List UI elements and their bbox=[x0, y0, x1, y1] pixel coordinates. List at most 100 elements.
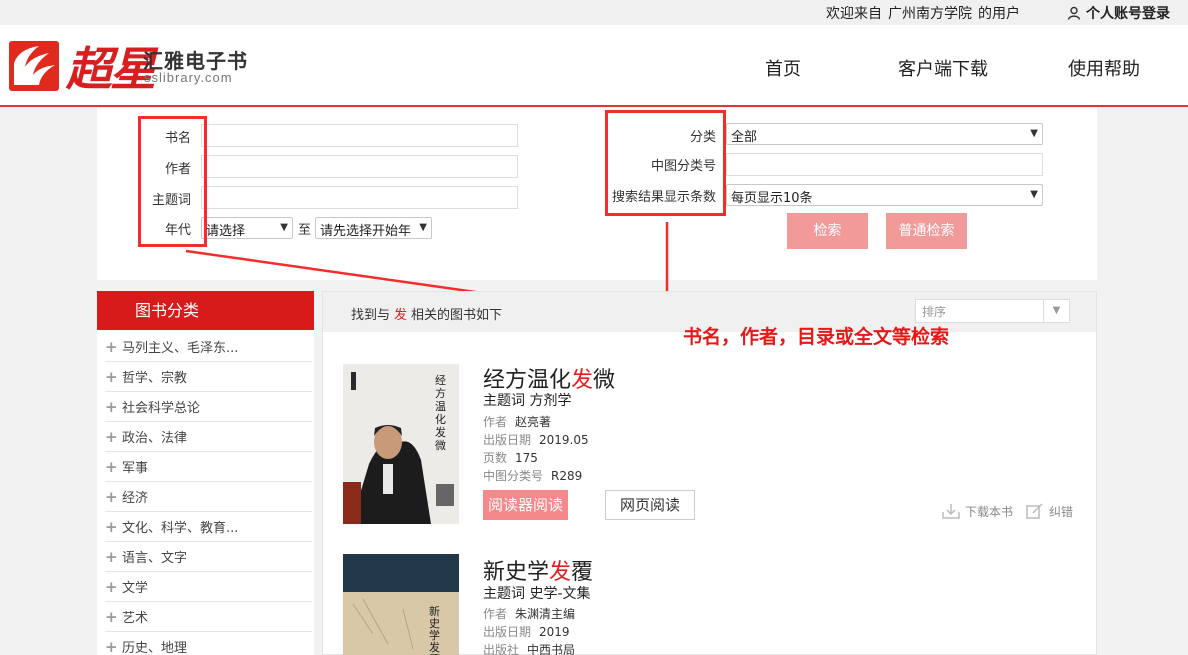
logo-subtitle: sslibrary.com bbox=[144, 70, 233, 85]
sidebar-item-philosophy[interactable]: + 哲学、宗教 bbox=[105, 362, 312, 392]
sidebar-item-art[interactable]: + 艺术 bbox=[105, 602, 312, 632]
sidebar-item-label: 社会科学总论 bbox=[122, 401, 201, 416]
results-summary: 找到与发相关的图书如下 bbox=[351, 304, 502, 323]
personal-login-link[interactable]: 个人账号登录 bbox=[1067, 3, 1170, 23]
welcome-text: 欢迎来自 广州南方学院 的用户 bbox=[826, 3, 1026, 23]
sidebar-item-label: 马列主义、毛泽东... bbox=[122, 341, 239, 356]
year-to-select[interactable]: 请先选择开始年 ▼ bbox=[315, 217, 432, 239]
site-header: 超星 汇雅电子书 sslibrary.com 首页 客户端下载 使用帮助 bbox=[0, 25, 1188, 107]
book-title-keyword: 发 bbox=[549, 560, 572, 585]
chevron-down-icon: ▼ bbox=[280, 222, 288, 233]
author-input[interactable] bbox=[201, 155, 518, 178]
plus-icon: + bbox=[105, 368, 118, 386]
sidebar-item-literature[interactable]: + 文学 bbox=[105, 572, 312, 602]
author-value: 赵亮著 bbox=[515, 415, 552, 429]
plus-icon: + bbox=[105, 548, 118, 566]
sort-select[interactable]: 排序 ▼ bbox=[915, 299, 1070, 323]
plus-icon: + bbox=[105, 518, 118, 536]
subject-value: 史学-文集 bbox=[529, 586, 591, 602]
plus-icon: + bbox=[105, 608, 118, 626]
search-keyword: 发 bbox=[394, 308, 408, 323]
date-label: 出版日期 bbox=[483, 625, 532, 639]
chevron-down-icon: ▼ bbox=[419, 222, 427, 233]
sidebar-item-label: 艺术 bbox=[122, 611, 149, 626]
book-publisher: 出版社 中西书局 bbox=[483, 641, 575, 655]
sidebar-item-language[interactable]: + 语言、文字 bbox=[105, 542, 312, 572]
top-bar: 欢迎来自 广州南方学院 的用户 个人账号登录 bbox=[0, 0, 1188, 25]
plus-icon: + bbox=[105, 638, 118, 655]
book-date: 出版日期 2019.05 bbox=[483, 431, 589, 448]
sidebar-item-politics-law[interactable]: + 政治、法律 bbox=[105, 422, 312, 452]
author-value: 朱渊清主编 bbox=[515, 607, 576, 621]
year-to-value: 请先选择开始年 bbox=[320, 224, 412, 239]
plus-icon: + bbox=[105, 458, 118, 476]
found-suffix: 相关的图书如下 bbox=[411, 308, 503, 323]
nav-home[interactable]: 首页 bbox=[765, 55, 801, 81]
clc-number-input[interactable] bbox=[726, 153, 1043, 176]
sidebar-title: 图书分类 bbox=[97, 291, 314, 330]
author-label: 作者 bbox=[483, 415, 508, 429]
nav-help[interactable]: 使用帮助 bbox=[1068, 55, 1140, 81]
year-to-label: 至 bbox=[298, 223, 312, 238]
date-value: 2019.05 bbox=[539, 433, 589, 447]
publisher-label: 出版社 bbox=[483, 643, 520, 655]
sidebar-item-label: 政治、法律 bbox=[122, 431, 188, 446]
book-title[interactable]: 新史学发覆 bbox=[483, 554, 593, 586]
category-value: 全部 bbox=[731, 130, 758, 145]
user-icon bbox=[1067, 6, 1081, 20]
logo-icon[interactable] bbox=[9, 41, 59, 91]
book-title-part: 微 bbox=[593, 368, 616, 393]
book-title-part: 覆 bbox=[571, 560, 594, 585]
correct-label: 纠错 bbox=[1049, 504, 1074, 519]
chevron-down-icon: ▼ bbox=[1043, 300, 1069, 322]
sidebar-item-label: 历史、地理 bbox=[122, 641, 188, 655]
sidebar-item-military[interactable]: + 军事 bbox=[105, 452, 312, 482]
edit-icon bbox=[1026, 503, 1043, 519]
year-from-select[interactable]: 请选择 ▼ bbox=[201, 217, 293, 239]
book-title-keyword: 发 bbox=[571, 368, 594, 393]
date-label: 出版日期 bbox=[483, 433, 532, 447]
category-select[interactable]: 全部 ▼ bbox=[726, 123, 1043, 145]
class-value: R289 bbox=[551, 469, 583, 483]
normal-search-button[interactable]: 普通检索 bbox=[886, 213, 967, 249]
plus-icon: + bbox=[105, 428, 118, 446]
author-label: 作者 bbox=[483, 607, 508, 621]
reader-read-button[interactable]: 阅读器阅读 bbox=[483, 490, 569, 520]
download-label: 下载本书 bbox=[965, 504, 1014, 519]
sidebar-item-history-geography[interactable]: + 历史、地理 bbox=[105, 632, 312, 655]
plus-icon: + bbox=[105, 338, 118, 356]
book-cover[interactable]: 新史学发覆 bbox=[343, 554, 459, 655]
plus-icon: + bbox=[105, 578, 118, 596]
sidebar-item-label: 军事 bbox=[122, 461, 149, 476]
pages-label: 页数 bbox=[483, 451, 508, 465]
book-subject: 主题词 方剂学 bbox=[483, 390, 571, 410]
title-input[interactable] bbox=[201, 124, 518, 147]
plus-icon: + bbox=[105, 398, 118, 416]
per-page-select[interactable]: 每页显示10条 ▼ bbox=[726, 184, 1043, 206]
found-prefix: 找到与 bbox=[351, 308, 391, 323]
web-read-button[interactable]: 网页阅读 bbox=[605, 490, 696, 520]
book-date: 出版日期 2019 bbox=[483, 623, 570, 640]
publisher-value: 中西书局 bbox=[527, 643, 576, 655]
correction-link[interactable]: 纠错 bbox=[1025, 502, 1073, 520]
pages-value: 175 bbox=[515, 451, 538, 465]
welcome-suffix: 的用户 bbox=[978, 6, 1020, 22]
book-author: 作者 赵亮著 bbox=[483, 413, 551, 430]
sidebar-item-culture-education[interactable]: + 文化、科学、教育... bbox=[105, 512, 312, 542]
download-icon bbox=[942, 504, 960, 519]
logo-chinese[interactable]: 超星 bbox=[66, 33, 156, 99]
subject-input[interactable] bbox=[201, 186, 518, 209]
chevron-down-icon: ▼ bbox=[1030, 128, 1038, 139]
book-cover[interactable]: 经方温化发微 bbox=[343, 364, 459, 524]
sidebar-item-marxism[interactable]: + 马列主义、毛泽东... bbox=[105, 332, 312, 362]
nav-client-download[interactable]: 客户端下载 bbox=[898, 55, 988, 81]
subject-label: 主题词 bbox=[483, 586, 525, 602]
sidebar-item-label: 文化、科学、教育... bbox=[122, 521, 239, 536]
sidebar-item-social-science[interactable]: + 社会科学总论 bbox=[105, 392, 312, 422]
search-button[interactable]: 检索 bbox=[787, 213, 868, 249]
download-book-link[interactable]: 下载本书 bbox=[941, 502, 1013, 520]
book-class-number: 中图分类号 R289 bbox=[483, 467, 582, 484]
per-page-value: 每页显示10条 bbox=[731, 191, 813, 206]
chevron-down-icon: ▼ bbox=[1030, 189, 1038, 200]
sidebar-item-economy[interactable]: + 经济 bbox=[105, 482, 312, 512]
